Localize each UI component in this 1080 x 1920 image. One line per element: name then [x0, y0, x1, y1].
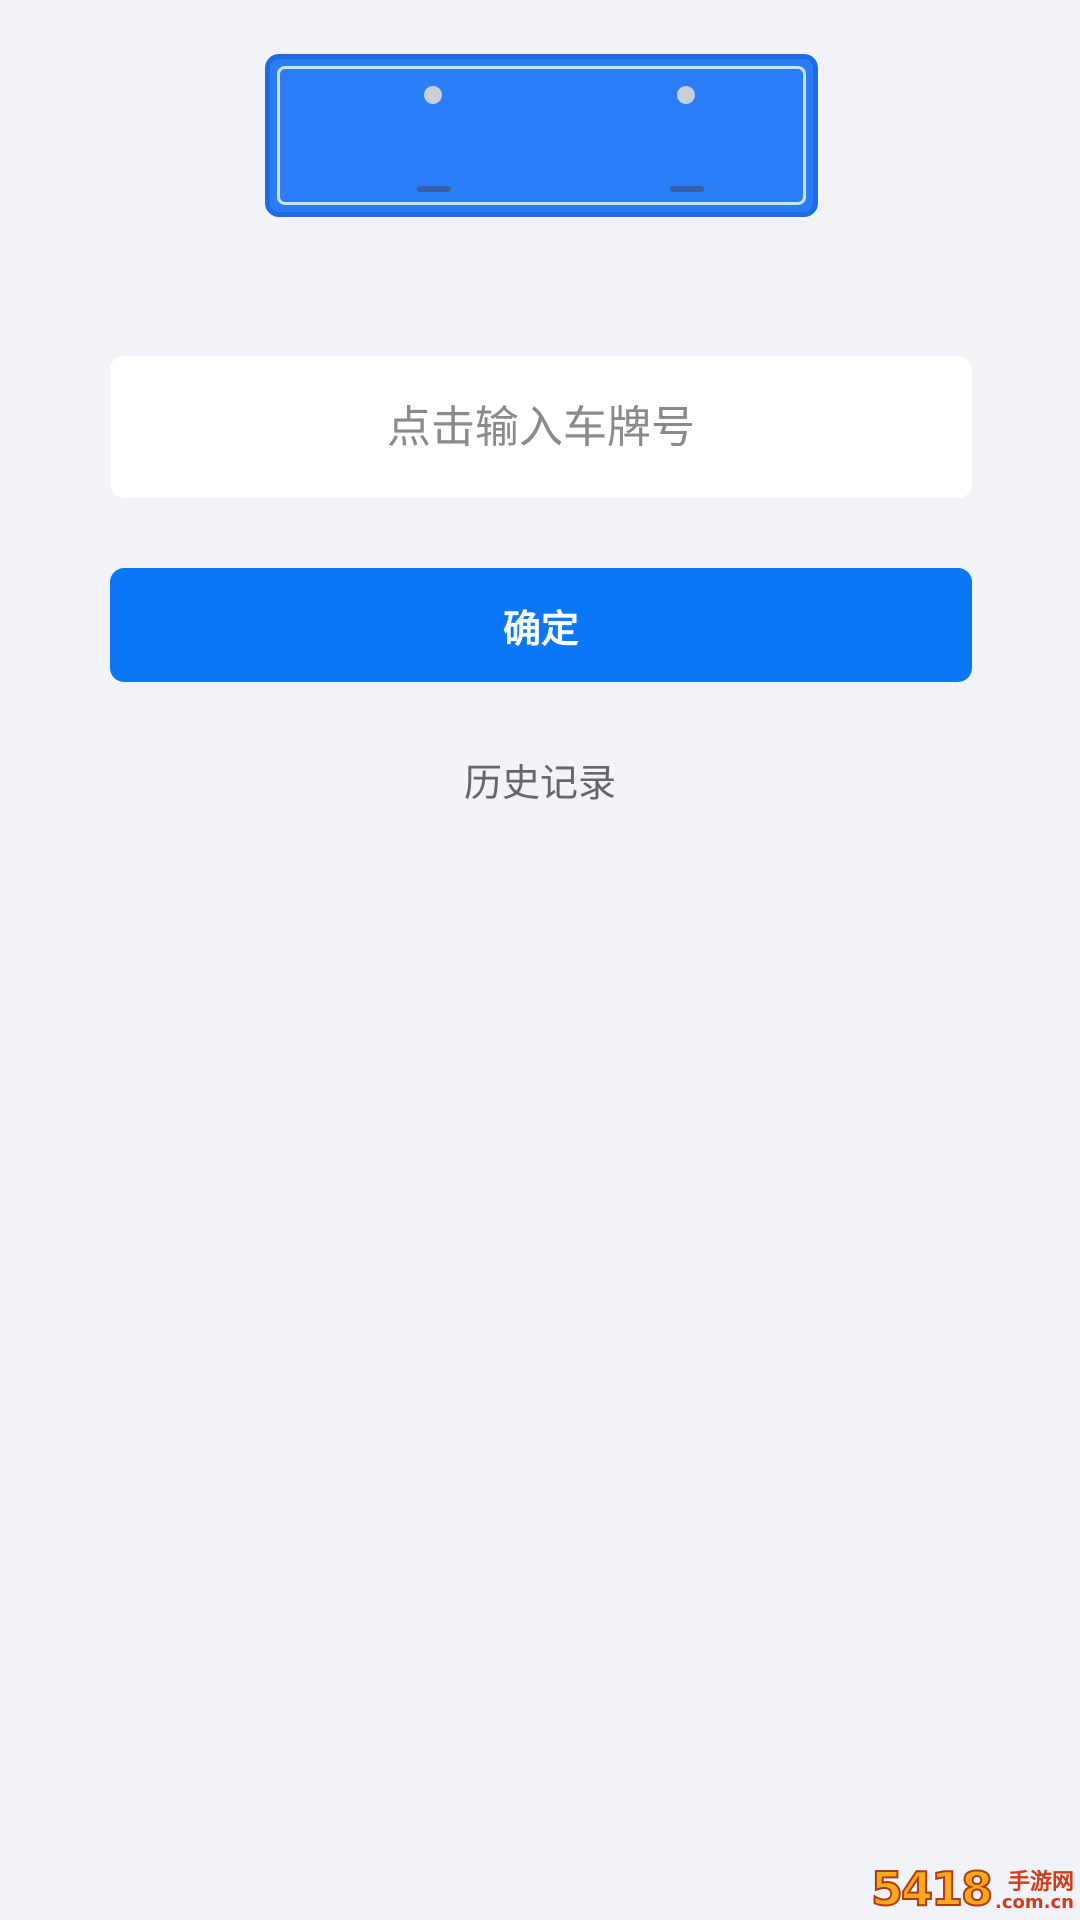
plate-slot-right [670, 186, 704, 192]
history-link[interactable]: 历史记录 [0, 752, 1080, 807]
confirm-button[interactable]: 确定 [110, 568, 972, 682]
plate-hole-left [424, 86, 442, 104]
plate-slot-left [417, 186, 451, 192]
watermark-text: 手游网 .com.cn [995, 1872, 1074, 1912]
plate-hole-right [677, 86, 695, 104]
watermark-logo: 5418 手游网 .com.cn [870, 1862, 1074, 1916]
license-plate-icon [265, 54, 818, 217]
plate-number-input[interactable] [110, 356, 972, 498]
watermark-site-name: 手游网 [1007, 1870, 1074, 1895]
license-plate-inner-border [277, 66, 806, 205]
watermark-domain: .com.cn [995, 1892, 1074, 1913]
watermark-logo-number: 5418 [870, 1862, 994, 1916]
